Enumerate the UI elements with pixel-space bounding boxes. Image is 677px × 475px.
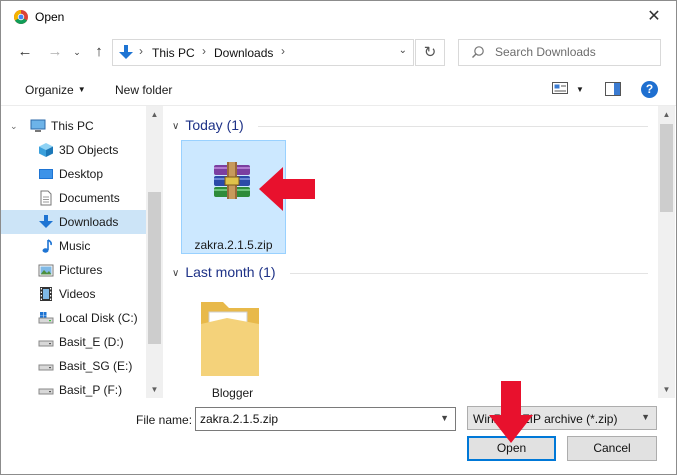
help-button[interactable]: ?	[641, 81, 658, 98]
view-options-chevron-icon[interactable]: ▼	[576, 85, 584, 94]
file-name-combo[interactable]: ▼	[195, 407, 456, 431]
content-scrollbar[interactable]: ▲ ▼	[658, 106, 675, 398]
sidebar-item-basit-p[interactable]: Basit_P (F:)	[1, 378, 146, 398]
chevron-down-icon: ∨	[172, 121, 180, 132]
drive-icon	[38, 364, 54, 371]
sidebar-item-pictures[interactable]: Pictures	[1, 258, 146, 282]
preview-pane-icon[interactable]	[605, 82, 621, 96]
group-divider	[290, 273, 648, 274]
group-divider	[258, 126, 648, 127]
search-box[interactable]	[458, 39, 661, 66]
sidebar-item-label: 3D Objects	[59, 143, 119, 157]
file-item-blogger-folder[interactable]: Blogger	[181, 288, 286, 402]
sidebar-item-this-pc[interactable]: ⌄ This PC	[1, 114, 146, 138]
file-list: ∨ Today (1) zakra.2.1.5.zip ∨ Last month (…	[164, 106, 676, 400]
annotation-arrow-down-icon	[489, 381, 533, 443]
organize-button[interactable]: Organize ▼	[25, 83, 86, 97]
sidebar-item-label: Basit_SG (E:)	[59, 359, 133, 373]
sidebar-item-label: Desktop	[59, 167, 104, 181]
chevron-right-icon[interactable]: ⌄	[10, 121, 26, 137]
chrome-icon	[14, 10, 28, 24]
group-header-last-month[interactable]: ∨ Last month (1)	[172, 264, 276, 280]
folder-icon	[201, 302, 259, 376]
sidebar-item-downloads[interactable]: Downloads	[1, 210, 146, 234]
sidebar-item-basit-sg[interactable]: Basit_SG (E:)	[1, 354, 146, 378]
chevron-down-icon: ▼	[77, 85, 86, 94]
sidebar-scrollbar[interactable]: ▲ ▼	[146, 106, 163, 398]
sidebar-item-videos[interactable]: Videos	[1, 282, 146, 306]
scroll-up-icon[interactable]: ▲	[146, 106, 163, 123]
sidebar-scroll-thumb[interactable]	[148, 192, 161, 344]
videos-icon	[40, 287, 52, 301]
group-header-today[interactable]: ∨ Today (1)	[172, 117, 244, 133]
sidebar-item-desktop[interactable]: Desktop	[1, 162, 146, 186]
sidebar-item-label: Documents	[59, 191, 120, 205]
scroll-down-icon[interactable]: ▼	[146, 381, 163, 398]
breadcrumb-separator: ›	[139, 44, 143, 58]
sidebar-item-label: Local Disk (C:)	[59, 311, 138, 325]
refresh-button[interactable]: ↻	[415, 39, 445, 66]
cancel-button[interactable]: Cancel	[567, 436, 657, 461]
sidebar-item-label: Music	[59, 239, 91, 253]
close-button[interactable]: ✕	[644, 7, 664, 27]
chevron-down-icon[interactable]: ▼	[440, 413, 449, 423]
file-name-input[interactable]	[200, 412, 430, 426]
group-header-label: Last month (1)	[185, 264, 276, 280]
sidebar-item-local-disk-c[interactable]: Local Disk (C:)	[1, 306, 146, 330]
breadcrumb-separator: ›	[202, 44, 206, 58]
scroll-down-icon[interactable]: ▼	[658, 381, 675, 398]
content-scroll-thumb[interactable]	[660, 124, 673, 212]
sidebar-item-label: Pictures	[59, 263, 103, 277]
scroll-up-icon[interactable]: ▲	[658, 106, 675, 123]
breadcrumb-this-pc[interactable]: This PC	[152, 46, 195, 60]
group-header-label: Today (1)	[185, 117, 244, 133]
sidebar-item-label: Basit_P (F:)	[59, 383, 123, 397]
sidebar-item-documents[interactable]: Documents	[1, 186, 146, 210]
search-icon	[472, 46, 484, 58]
desktop-icon	[39, 169, 53, 179]
pc-icon	[30, 119, 46, 132]
breadcrumb-downloads[interactable]: Downloads	[214, 46, 273, 60]
annotation-arrow-left-icon	[259, 167, 315, 211]
downloads-icon	[119, 45, 133, 59]
chevron-down-icon: ▼	[641, 412, 650, 422]
address-bar[interactable]: › This PC › Downloads › ⌄	[112, 39, 414, 66]
pictures-icon	[38, 264, 54, 277]
chevron-down-icon: ∨	[172, 268, 180, 279]
3d-objects-icon	[39, 143, 53, 157]
sidebar-item-label: This PC	[51, 119, 94, 133]
sidebar-item-label: Downloads	[59, 215, 119, 229]
sidebar-item-3d-objects[interactable]: 3D Objects	[1, 138, 146, 162]
new-folder-button[interactable]: New folder	[115, 83, 172, 97]
drive-icon	[38, 312, 54, 324]
drive-icon	[38, 340, 54, 347]
file-name-label: zakra.2.1.5.zip	[194, 238, 273, 252]
sidebar-item-label: Videos	[59, 287, 96, 301]
drive-icon	[38, 388, 54, 395]
sidebar-item-basit-e[interactable]: Basit_E (D:)	[1, 330, 146, 354]
recent-locations-icon[interactable]: ⌄	[67, 42, 87, 62]
forward-button[interactable]: →	[45, 42, 65, 62]
organize-label: Organize	[25, 83, 74, 97]
music-icon	[42, 239, 52, 253]
up-button[interactable]: ↑	[89, 42, 109, 62]
downloads-icon	[39, 215, 53, 228]
open-dialog: Open ✕ ← → ⌄ ↑ › This PC › Downloads › ⌄…	[0, 0, 677, 475]
search-input[interactable]	[495, 45, 655, 59]
back-button[interactable]: ←	[15, 42, 35, 62]
change-view-icon[interactable]	[552, 81, 568, 95]
navigation-pane: ⌄ This PC 3D Objects Desktop Documents D…	[1, 106, 163, 398]
address-dropdown-icon[interactable]: ⌄	[399, 45, 407, 56]
documents-icon	[40, 190, 52, 206]
title-bar: Open ✕	[1, 1, 676, 33]
breadcrumb-separator: ›	[281, 44, 285, 58]
sidebar-item-label: Basit_E (D:)	[59, 335, 124, 349]
file-name-label: Blogger	[211, 386, 254, 400]
file-name-label: File name:	[136, 413, 193, 427]
winrar-archive-icon	[214, 162, 250, 199]
window-title: Open	[35, 10, 65, 24]
sidebar-item-music[interactable]: Music	[1, 234, 146, 258]
